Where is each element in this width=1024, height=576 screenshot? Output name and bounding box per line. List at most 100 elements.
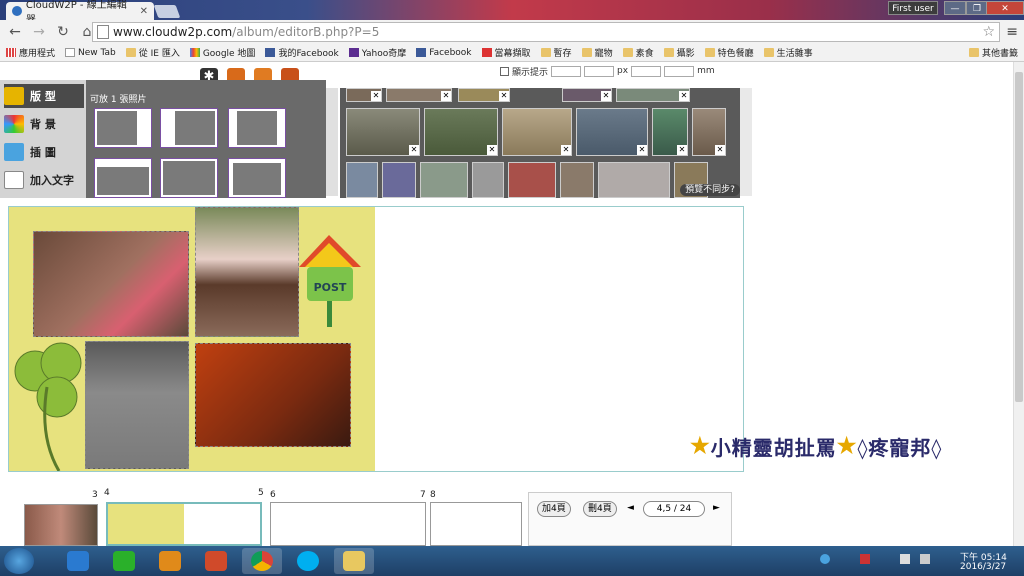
bookmark-item[interactable]: Google 地圖 (189, 46, 255, 59)
taskbar-store[interactable] (196, 548, 236, 574)
show-tips-checkbox[interactable] (500, 66, 509, 76)
help-icon[interactable] (820, 554, 830, 564)
photo-thumbnail[interactable] (560, 162, 594, 198)
bookmark-item[interactable]: 素食 (622, 46, 654, 59)
size-h-input[interactable] (664, 65, 695, 77)
bookmark-item[interactable]: New Tab (65, 48, 116, 58)
size-w-input[interactable] (631, 65, 662, 77)
network-icon[interactable] (920, 554, 930, 564)
photo-frame[interactable] (85, 341, 189, 469)
close-window-button[interactable]: ✕ (986, 1, 1024, 15)
browser-tab[interactable]: CloudW2P - 線上編輯器 ✕ (6, 0, 154, 26)
photo-thumbnail[interactable]: ✕ (458, 88, 510, 102)
layout-scrollbar[interactable] (326, 88, 338, 196)
bookmark-item[interactable]: 寵物 (581, 46, 613, 59)
photo-thumbnail[interactable]: ✕ (502, 108, 572, 156)
prev-page-icon[interactable]: ◄ (627, 503, 634, 513)
remove-photo-icon[interactable]: ✕ (371, 91, 381, 101)
remove-photo-icon[interactable]: ✕ (409, 145, 419, 155)
photo-thumbnail[interactable]: ✕ (562, 88, 612, 102)
taskbar-skype[interactable] (288, 548, 328, 574)
minimize-button[interactable]: — (944, 1, 966, 15)
layout-template[interactable] (228, 158, 286, 198)
photo-thumbnail[interactable]: ✕ (576, 108, 648, 156)
taskbar-ie[interactable] (58, 548, 98, 574)
nav-clipart[interactable]: 插 圖 (4, 140, 84, 164)
new-tab-button[interactable] (153, 5, 181, 18)
bookmark-item[interactable]: 從 IE 匯入 (125, 46, 180, 59)
remove-photo-icon[interactable]: ✕ (637, 145, 647, 155)
nav-layout[interactable]: 版 型 (4, 84, 84, 108)
photo-thumbnail[interactable]: ✕ (424, 108, 498, 156)
bookmark-item[interactable]: 特色餐廳 (704, 46, 754, 59)
remove-photo-icon[interactable]: ✕ (715, 145, 725, 155)
position-y-input[interactable] (584, 65, 615, 77)
forward-icon[interactable]: → (32, 24, 46, 40)
layout-template[interactable] (160, 108, 218, 148)
add-4-pages-button[interactable]: 加4頁 (537, 501, 571, 517)
photo-thumbnail[interactable]: ✕ (346, 88, 382, 102)
preview-sync-button[interactable]: 預覽不同步? (680, 184, 740, 196)
security-icon[interactable] (860, 554, 870, 564)
bookmark-star-icon[interactable]: ☆ (982, 24, 995, 40)
clock-date[interactable]: 2016/3/27 (960, 562, 1006, 572)
maximize-button[interactable]: ❐ (966, 1, 988, 15)
remove-photo-icon[interactable]: ✕ (679, 91, 689, 101)
photo-thumbnail[interactable]: ✕ (386, 88, 452, 102)
nav-background[interactable]: 背 景 (4, 112, 84, 136)
photo-frame[interactable] (195, 343, 351, 447)
bookmark-item[interactable]: 暫存 (540, 46, 572, 59)
user-profile-button[interactable]: First user (888, 1, 938, 15)
clover-clipart[interactable] (9, 337, 89, 471)
photo-frame[interactable] (33, 231, 189, 337)
taskbar-line[interactable] (104, 548, 144, 574)
layout-template[interactable] (94, 108, 152, 148)
reload-icon[interactable]: ↻ (56, 24, 70, 40)
page-thumbnail[interactable] (430, 502, 522, 546)
bookmark-item[interactable]: 我的Facebook (265, 46, 339, 59)
taskbar-media[interactable] (150, 548, 190, 574)
left-page[interactable]: POST (9, 207, 375, 471)
bookmark-item[interactable]: 當幕擷取 (481, 46, 531, 59)
bookmark-item[interactable]: Yahoo奇摩 (348, 46, 406, 59)
bookmark-item[interactable]: 應用程式 (6, 46, 55, 59)
photo-pool-scrollbar[interactable] (740, 88, 752, 196)
remove-photo-icon[interactable]: ✕ (499, 91, 509, 101)
page-thumbnail-selected[interactable] (106, 502, 262, 546)
bookmark-item[interactable]: 生活雜事 (763, 46, 813, 59)
layout-template[interactable] (228, 108, 286, 148)
page-thumbnail[interactable] (24, 504, 98, 546)
photo-thumbnail[interactable]: ✕ (616, 88, 690, 102)
postbox-clipart[interactable]: POST (299, 235, 365, 331)
nav-add-text[interactable]: 加入文字 (4, 168, 84, 192)
volume-icon[interactable] (900, 554, 910, 564)
remove-photo-icon[interactable]: ✕ (487, 145, 497, 155)
taskbar-explorer[interactable] (334, 548, 374, 574)
remove-photo-icon[interactable]: ✕ (561, 145, 571, 155)
start-button[interactable] (4, 548, 34, 574)
photo-thumbnail[interactable] (346, 162, 378, 198)
bookmark-item[interactable]: Facebook (416, 48, 472, 58)
bookmark-item[interactable]: 攝影 (663, 46, 695, 59)
photo-thumbnail[interactable]: ✕ (346, 108, 420, 156)
photo-thumbnail[interactable] (420, 162, 468, 198)
photo-thumbnail[interactable] (382, 162, 416, 198)
remove-photo-icon[interactable]: ✕ (601, 91, 611, 101)
next-page-icon[interactable]: ► (713, 503, 720, 513)
delete-4-pages-button[interactable]: 刪4頁 (583, 501, 617, 517)
chrome-menu-icon[interactable]: ≡ (1006, 24, 1018, 40)
page-thumbnail[interactable] (270, 502, 426, 546)
layout-template[interactable] (160, 158, 218, 198)
back-icon[interactable]: ← (8, 24, 22, 40)
photo-thumbnail[interactable]: ✕ (692, 108, 726, 156)
address-bar[interactable]: www.cloudw2p.com/album/editorB.php?P=5 ☆ (92, 22, 1000, 42)
scrollbar-thumb[interactable] (1015, 72, 1023, 402)
photo-thumbnail[interactable]: ✕ (652, 108, 688, 156)
photo-frame[interactable] (195, 207, 299, 337)
page-scrollbar[interactable] (1013, 62, 1024, 546)
photo-thumbnail[interactable] (508, 162, 556, 198)
tab-close-icon[interactable]: ✕ (140, 6, 148, 17)
photo-thumbnail[interactable] (472, 162, 504, 198)
position-x-input[interactable] (551, 65, 582, 77)
remove-photo-icon[interactable]: ✕ (441, 91, 451, 101)
